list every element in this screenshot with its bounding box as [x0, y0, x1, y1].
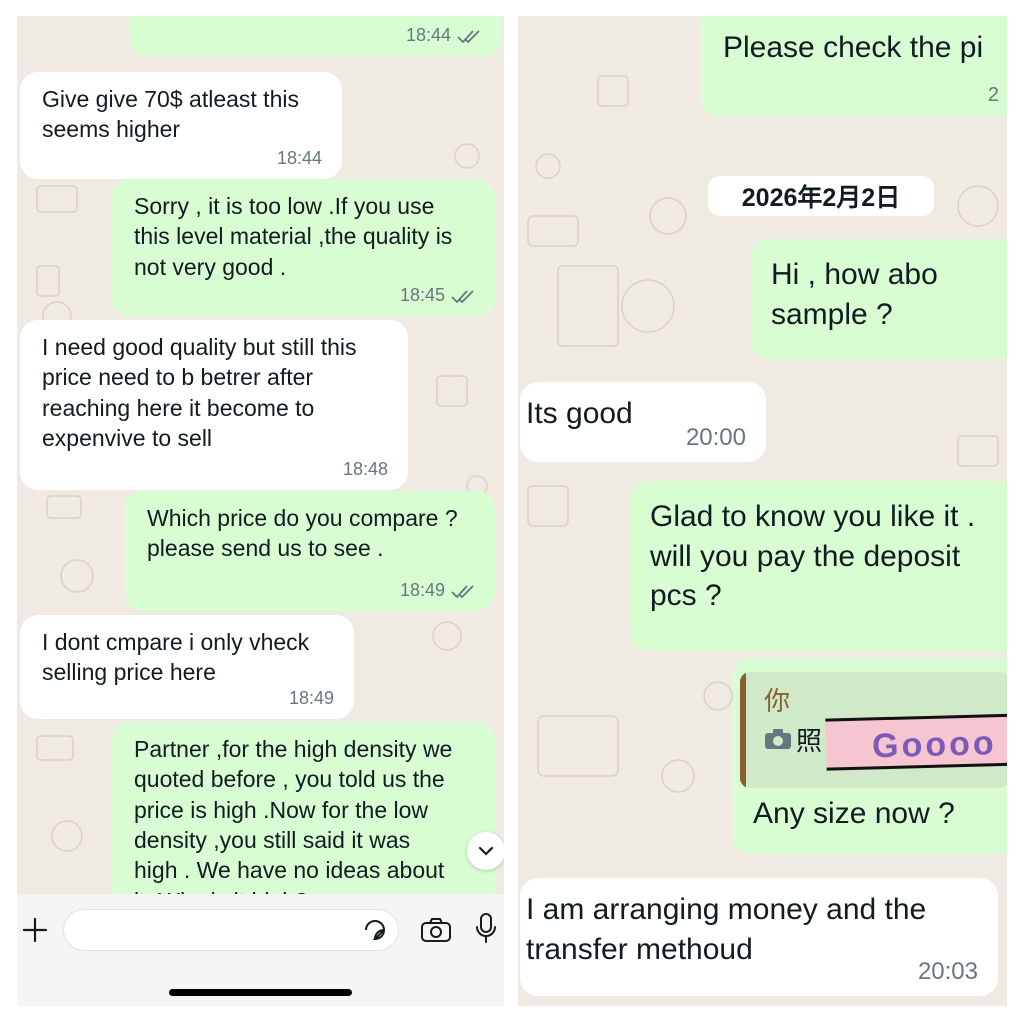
message-time: 20:00 [685, 424, 746, 452]
message-meta: 18:49 [400, 579, 475, 603]
chevron-down-icon [478, 846, 494, 856]
message-time: 2 [987, 83, 999, 106]
message-text: Hi , how abo sample ? [771, 258, 938, 331]
double-check-icon [451, 585, 474, 599]
camera-icon[interactable] [420, 917, 452, 943]
message-bubble-incoming[interactable]: I need good quality but still this price… [20, 320, 408, 490]
home-indicator [169, 989, 352, 996]
camera-small-icon [765, 729, 791, 749]
message-bubble-outgoing[interactable]: Sorry , it is too low .If you use this l… [112, 179, 495, 316]
plus-icon[interactable] [22, 917, 48, 943]
message-bubble-outgoing[interactable]: Hi , how abo sample ? [751, 239, 1007, 359]
message-bubble-outgoing[interactable]: Which price do you compare ? please send… [125, 491, 495, 611]
message-time: 18:45 [399, 285, 445, 306]
message-bubble-incoming[interactable]: Give give 70$ atleast this seems higher … [20, 72, 342, 179]
message-time: 18:44 [405, 25, 451, 46]
message-text: Give give 70$ atleast this seems higher [42, 86, 299, 143]
message-text: Partner ,for the high density we quoted … [134, 736, 453, 914]
message-bubble-reply[interactable]: 你 照 Goooo Any size now ? 2 [733, 658, 1007, 854]
double-check-icon [457, 30, 480, 44]
message-meta: 18:48 [343, 458, 388, 482]
sticker-text: Goooo [871, 724, 998, 766]
message-bubble-outgoing[interactable]: 18:44 [129, 16, 501, 56]
microphone-icon[interactable] [475, 912, 497, 944]
message-text: Please check the pi [723, 31, 984, 64]
sticker-preview: Goooo [825, 713, 1007, 771]
message-meta: 18:44 [277, 147, 322, 171]
message-time: 18:44 [276, 148, 322, 169]
quote-media-label: 照 [796, 726, 823, 756]
right-chat-screenshot: Please check the pi 2 2026年2月2日 Hi , how… [518, 16, 1007, 1006]
message-time: 20:03 [917, 958, 978, 986]
scroll-to-bottom-button[interactable] [467, 832, 504, 870]
date-separator: 2026年2月2日 [708, 176, 934, 216]
message-text: I need good quality but still this price… [42, 334, 357, 452]
message-bubble-incoming[interactable]: I dont cmpare i only vheck selling price… [20, 615, 354, 719]
message-input[interactable] [63, 909, 399, 951]
message-bubble-outgoing[interactable]: Glad to know you like it . will you pay … [630, 481, 1007, 651]
double-check-icon [451, 290, 474, 304]
quoted-message[interactable]: 你 照 Goooo [740, 672, 1007, 788]
message-meta: 18:49 [289, 687, 334, 711]
message-bubble-incoming[interactable]: Its good 20:00 [520, 382, 766, 462]
left-chat-screenshot: 18:44 Give give 70$ atleast this seems h… [17, 16, 504, 1006]
date-text: 2026年2月2日 [741, 184, 901, 212]
message-bubble-incoming[interactable]: I am arranging money and the transfer me… [520, 878, 998, 996]
message-text: Sorry , it is too low .If you use this l… [134, 193, 453, 280]
message-time: 18:49 [288, 688, 334, 709]
quote-accent-bar [740, 672, 746, 788]
message-text: Any size now ? [753, 797, 955, 830]
message-time: 18:48 [342, 459, 388, 480]
message-meta: 18:45 [400, 284, 475, 308]
message-text: Which price do you compare ? please send… [147, 505, 458, 562]
message-input-bar [17, 894, 504, 1006]
quote-author: 你 [764, 686, 791, 716]
message-text: I dont cmpare i only vheck selling price… [42, 629, 310, 686]
message-bubble-outgoing[interactable]: Please check the pi 2 [701, 16, 1007, 116]
message-text: Glad to know you like it . will you pay … [650, 500, 976, 613]
message-meta: 18:44 [406, 24, 481, 48]
message-time: 18:49 [399, 580, 445, 601]
sticker-icon[interactable] [363, 918, 387, 942]
